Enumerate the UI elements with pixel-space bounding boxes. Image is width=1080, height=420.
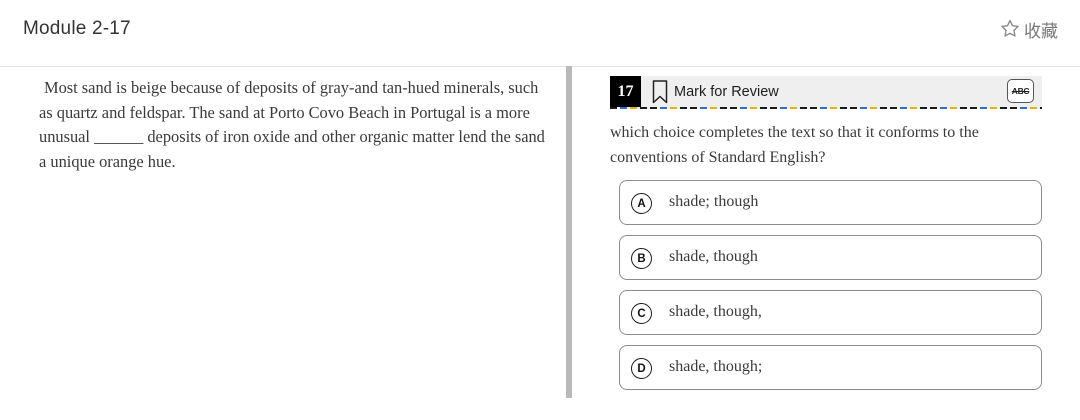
answer-eliminator-icon: ABC <box>1011 86 1030 96</box>
choice-letter-badge: A <box>631 193 652 214</box>
module-title: Module 2-17 <box>23 18 131 39</box>
pane-resize-handle[interactable] <box>566 66 572 398</box>
answer-eliminator-button[interactable]: ABC <box>1007 79 1034 103</box>
favorite-button[interactable]: 收藏 <box>999 17 1058 42</box>
mark-for-review-button[interactable]: Mark for Review <box>651 79 779 105</box>
favorite-label: 收藏 <box>1024 21 1058 42</box>
choice-text: shade, though, <box>669 303 762 320</box>
header-divider <box>0 66 1080 67</box>
choice-text: shade, though; <box>669 358 763 375</box>
choice-letter-badge: C <box>631 303 652 324</box>
toolbar-dashed-rule <box>610 107 1042 109</box>
answer-choice-a[interactable]: A shade; though <box>619 180 1042 225</box>
star-outline-icon <box>1001 19 1019 37</box>
answer-choice-c[interactable]: C shade, though, <box>619 290 1042 335</box>
answer-choice-b[interactable]: B shade, though <box>619 235 1042 280</box>
question-toolbar: 17 Mark for Review ABC <box>610 76 1042 109</box>
top-header: Module 2-17 收藏 <box>0 0 1080 58</box>
mark-for-review-label: Mark for Review <box>674 84 779 100</box>
choice-text: shade, though <box>669 248 758 265</box>
choice-text: shade; though <box>669 193 759 210</box>
choice-letter-badge: D <box>631 358 652 379</box>
question-number: 17 <box>610 76 641 107</box>
choice-letter-badge: B <box>631 248 652 269</box>
question-prompt: which choice completes the text so that … <box>610 124 979 166</box>
bookmark-outline-icon <box>652 80 668 104</box>
reading-passage: Most sand is beige because of deposits o… <box>39 78 545 171</box>
answer-choice-d[interactable]: D shade, though; <box>619 345 1042 390</box>
